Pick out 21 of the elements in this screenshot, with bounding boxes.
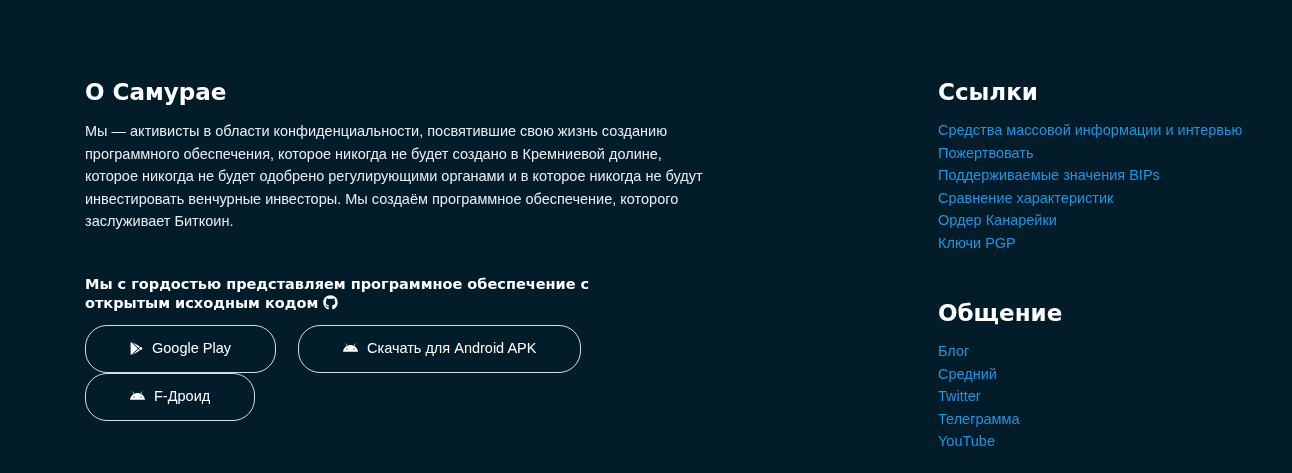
section-title: Общение <box>938 299 1064 327</box>
play-icon <box>130 342 143 356</box>
section-title: Ссылки <box>938 78 1039 106</box>
github-icon <box>323 294 339 310</box>
open-source-heading: Мы с гордостью представляем программное обеспечение с открытым исходным кодом <box>85 274 591 313</box>
footer-link[interactable]: Средний <box>938 362 997 385</box>
footer-link[interactable]: Twitter <box>938 385 981 408</box>
footer-link[interactable]: Телеграмма <box>938 407 1020 430</box>
footer-link[interactable]: Пожертвовать <box>938 141 1034 164</box>
footer-link[interactable]: Ордер Канарейки <box>938 209 1057 232</box>
download-button[interactable]: F-Дроид <box>85 372 256 421</box>
footer-link[interactable]: Блог <box>938 340 970 363</box>
footer-link[interactable]: Сравнение характеристик <box>938 186 1114 209</box>
section-title: О Самурае <box>85 78 228 106</box>
footer-link[interactable]: YouTube <box>938 430 995 453</box>
footer-link[interactable]: Средства массовой информации и интервью <box>938 119 1243 142</box>
about-paragraph: Мы — активисты в области конфиденциальности, посвятившие свою жизнь созданию программного обеспечения, которое никогда не будет создано в Кремниевой долине, которое никогда не будет одобрено регулирующими органами и в которое никогда не будут инвестировать венчурные инвесторы. Мы создаём программное обеспечение, которого заслуживает Биткоин. <box>85 122 704 232</box>
download-button[interactable]: Скачать для Android APK <box>298 324 582 373</box>
footer-link[interactable]: Поддерживаемые значения BIPs <box>938 164 1160 187</box>
footer-link[interactable]: Ключи PGP <box>938 231 1016 254</box>
download-button[interactable]: Google Play <box>85 324 276 373</box>
